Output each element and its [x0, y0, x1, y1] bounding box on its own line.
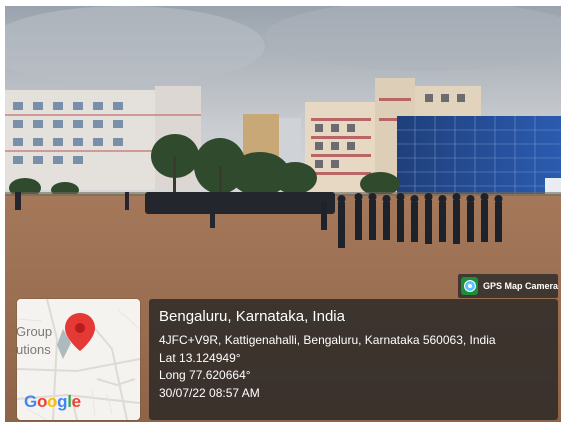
- google-logo: Google: [24, 392, 81, 411]
- map-place-label-2: utions: [17, 342, 51, 357]
- gps-map-camera-icon: [461, 277, 478, 295]
- address-text: 4JFC+V9R, Kattigenahalli, Bengaluru, Kar…: [159, 333, 496, 347]
- datetime-text: 30/07/22 08:57 AM: [159, 385, 260, 400]
- location-info-panel: Bengaluru, Karnataka, India 4JFC+V9R, Ka…: [149, 299, 558, 420]
- map-place-label: Group: [17, 324, 53, 339]
- longitude-text: Long 77.620664°: [159, 368, 251, 382]
- location-title: Bengaluru, Karnataka, India: [159, 308, 345, 325]
- badge-label: GPS Map Camera: [482, 281, 558, 291]
- map-thumbnail: Group utions Google: [17, 299, 140, 420]
- gps-map-camera-badge: GPS Map Camera: [458, 274, 558, 298]
- latitude-text: Lat 13.124949°: [159, 350, 241, 365]
